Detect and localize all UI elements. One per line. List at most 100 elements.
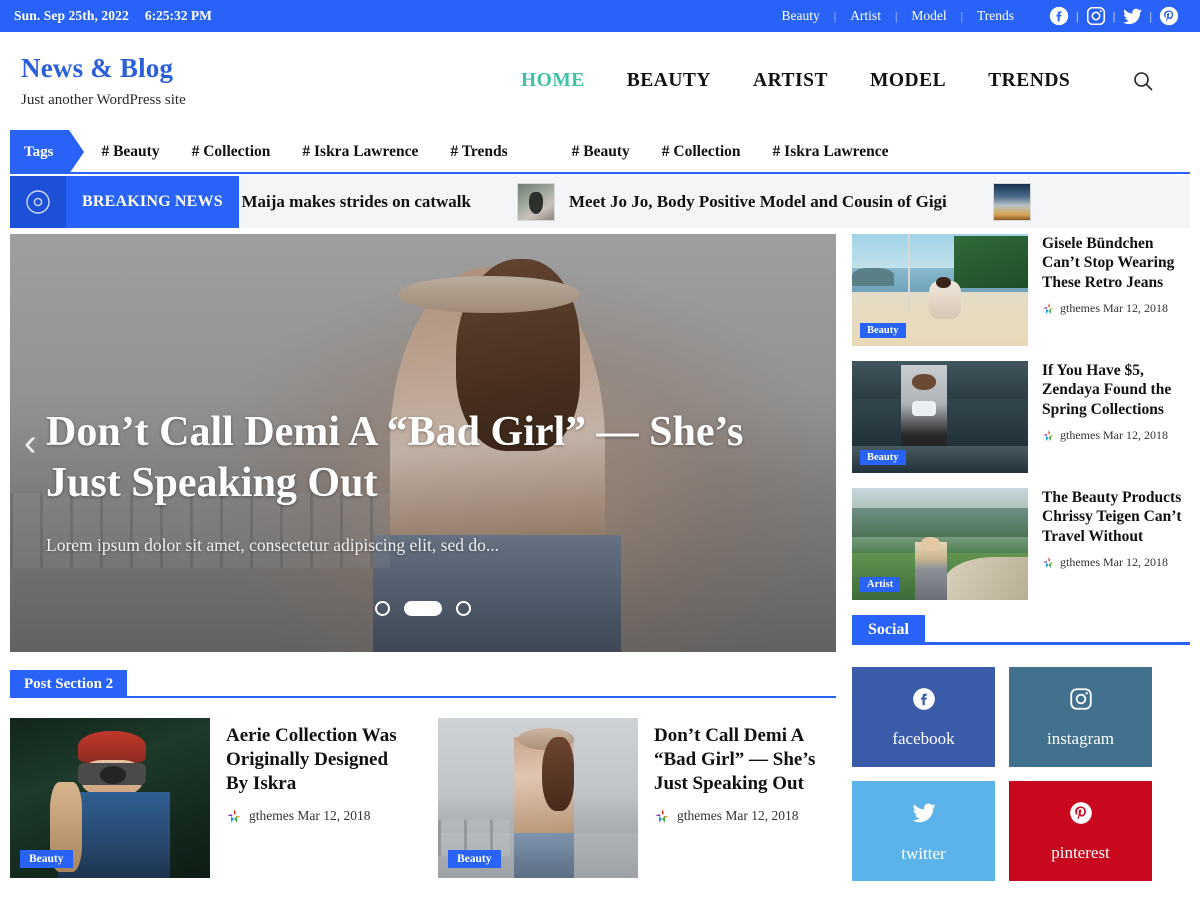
sidebar-post-meta: gthemes Mar 12, 2018 [1042,428,1190,443]
sidebar-post-author[interactable]: gthemes [1060,428,1100,443]
tag-link[interactable]: # Collection [662,143,741,161]
facebook-icon[interactable] [1042,5,1076,27]
sidebar-post-title[interactable]: The Beauty Products Chrissy Teigen Can’t… [1042,488,1190,546]
slider-dot[interactable] [375,601,390,616]
breaking-news-ticker: BREAKING NEWS model Maija makes strides … [10,176,1190,228]
sidebar-post[interactable]: Beauty Gisele Bündchen Can’t Stop Wearin… [852,234,1190,346]
tag-link[interactable]: # Beauty [572,143,630,161]
sidebar-post-author[interactable]: gthemes [1060,301,1100,316]
top-nav: Beauty | Artist | Model | Trends [768,8,1029,24]
nav-item-trends[interactable]: TRENDS [967,70,1091,92]
slider-prev-arrow-icon[interactable]: ‹ [24,424,37,462]
sidebar-post[interactable]: Artist The Beauty Products Chrissy Teige… [852,488,1190,600]
slider-dot-active[interactable] [404,601,442,616]
author-avatar [1042,429,1055,442]
post-category-badge[interactable]: Beauty [20,850,73,868]
author-avatar [654,808,670,824]
pinterest-icon[interactable] [1152,5,1186,27]
social-tile-pinterest[interactable]: pinterest [1009,781,1152,881]
social-tile-instagram[interactable]: instagram [1009,667,1152,767]
post-date: Mar 12, 2018 [725,808,798,824]
tag-link[interactable]: # Collection [192,143,271,161]
social-tiles: facebook instagram twitter pinterest [852,667,1190,881]
post-date: Mar 12, 2018 [297,808,370,824]
tag-link[interactable]: # Trends [450,143,507,161]
social-tile-label: twitter [901,844,945,864]
top-social-links: | | | [1042,5,1186,28]
ticker-item[interactable] [993,183,1045,221]
post-card[interactable]: Beauty Aerie Collection Was Originally D… [10,718,408,878]
author-avatar [226,808,242,824]
twitter-icon[interactable] [1115,5,1149,28]
ticker-item-title[interactable]: Meet Jo Jo, Body Positive Model and Cous… [569,192,947,212]
author-avatar [1042,556,1055,569]
social-tile-label: instagram [1047,729,1114,749]
social-tile-label: facebook [892,729,954,749]
ticker-item-title[interactable]: model Maija makes strides on catwalk [239,192,471,212]
tag-link[interactable]: # Iskra Lawrence [773,143,889,161]
post-author[interactable]: gthemes [249,808,294,824]
social-tile-facebook[interactable]: facebook [852,667,995,767]
content-wrapper: Don’t Call Demi A “Bad Girl” — She’s Jus… [0,234,1200,881]
social-widget-title: Social [852,615,925,645]
site-header: News & Blog Just another WordPress site … [0,32,1200,130]
post-author[interactable]: gthemes [677,808,722,824]
top-nav-item-trends[interactable]: Trends [963,8,1028,24]
tag-link[interactable]: # Beauty [101,143,159,161]
site-title[interactable]: News & Blog [21,53,186,84]
post-title[interactable]: Aerie Collection Was Originally Designed… [226,724,408,796]
sidebar-post-title[interactable]: If You Have $5, Zendaya Found the Spring… [1042,361,1190,419]
social-tile-twitter[interactable]: twitter [852,781,995,881]
post-card[interactable]: Beauty Don’t Call Demi A “Bad Girl” — Sh… [438,718,836,878]
current-time: 6:25:32 PM [145,8,212,24]
nav-item-artist[interactable]: ARTIST [732,70,849,92]
nav-item-home[interactable]: HOME [500,70,606,92]
pinterest-icon [1068,800,1094,831]
slider-dot[interactable] [456,601,471,616]
top-nav-item-beauty[interactable]: Beauty [768,8,834,24]
post-category-badge[interactable]: Beauty [448,850,501,868]
sidebar-post-badge[interactable]: Beauty [860,323,906,338]
sidebar-post-thumbnail[interactable]: Artist [852,488,1028,600]
hero-title[interactable]: Don’t Call Demi A “Bad Girl” — She’s Jus… [46,407,766,509]
record-circle-icon [10,176,66,228]
top-nav-item-artist[interactable]: Artist [836,8,895,24]
tag-link[interactable]: # Iskra Lawrence [302,143,418,161]
nav-item-model[interactable]: MODEL [849,70,967,92]
post-body: Don’t Call Demi A “Bad Girl” — She’s Jus… [654,718,836,878]
post-thumbnail[interactable]: Beauty [438,718,638,878]
sidebar-post-title[interactable]: Gisele Bündchen Can’t Stop Wearing These… [1042,234,1190,292]
post-list: Beauty Aerie Collection Was Originally D… [10,718,836,878]
hero-slider[interactable]: Don’t Call Demi A “Bad Girl” — She’s Jus… [10,234,836,652]
tags-list: # Beauty # Collection # Iskra Lawrence #… [69,130,1190,174]
post-body: Aerie Collection Was Originally Designed… [226,718,408,878]
main-column: Don’t Call Demi A “Bad Girl” — She’s Jus… [10,234,836,881]
site-tagline: Just another WordPress site [21,92,186,109]
sidebar-post-meta: gthemes Mar 12, 2018 [1042,555,1190,570]
post-section-title: Post Section 2 [10,670,127,698]
nav-item-beauty[interactable]: BEAUTY [606,70,732,92]
instagram-icon[interactable] [1079,5,1113,27]
sidebar-post-author[interactable]: gthemes [1060,555,1100,570]
slider-pagination [375,601,471,616]
post-thumbnail[interactable]: Beauty [10,718,210,878]
sidebar-post-date: Mar 12, 2018 [1103,428,1168,443]
ticker-item-thumbnail [517,183,555,221]
top-nav-item-model[interactable]: Model [897,8,960,24]
sidebar-post[interactable]: Beauty If You Have $5, Zendaya Found the… [852,361,1190,473]
site-branding[interactable]: News & Blog Just another WordPress site [20,53,186,109]
post-title[interactable]: Don’t Call Demi A “Bad Girl” — She’s Jus… [654,724,836,796]
sidebar-post-badge[interactable]: Artist [860,577,900,592]
sidebar-post-body: The Beauty Products Chrissy Teigen Can’t… [1042,488,1190,600]
current-date: Sun. Sep 25th, 2022 [14,8,129,24]
ticker-item[interactable]: Meet Jo Jo, Body Positive Model and Cous… [517,183,947,221]
sidebar-post-thumbnail[interactable]: Beauty [852,361,1028,473]
ticker-item[interactable]: model Maija makes strides on catwalk [239,192,471,212]
hero-text: Don’t Call Demi A “Bad Girl” — She’s Jus… [46,407,766,556]
sidebar-post-badge[interactable]: Beauty [860,450,906,465]
author-avatar [1042,302,1055,315]
search-icon[interactable] [1128,66,1158,96]
sidebar-post-thumbnail[interactable]: Beauty [852,234,1028,346]
sidebar: Beauty Gisele Bündchen Can’t Stop Wearin… [852,234,1190,881]
post-meta: gthemes Mar 12, 2018 [654,808,836,824]
